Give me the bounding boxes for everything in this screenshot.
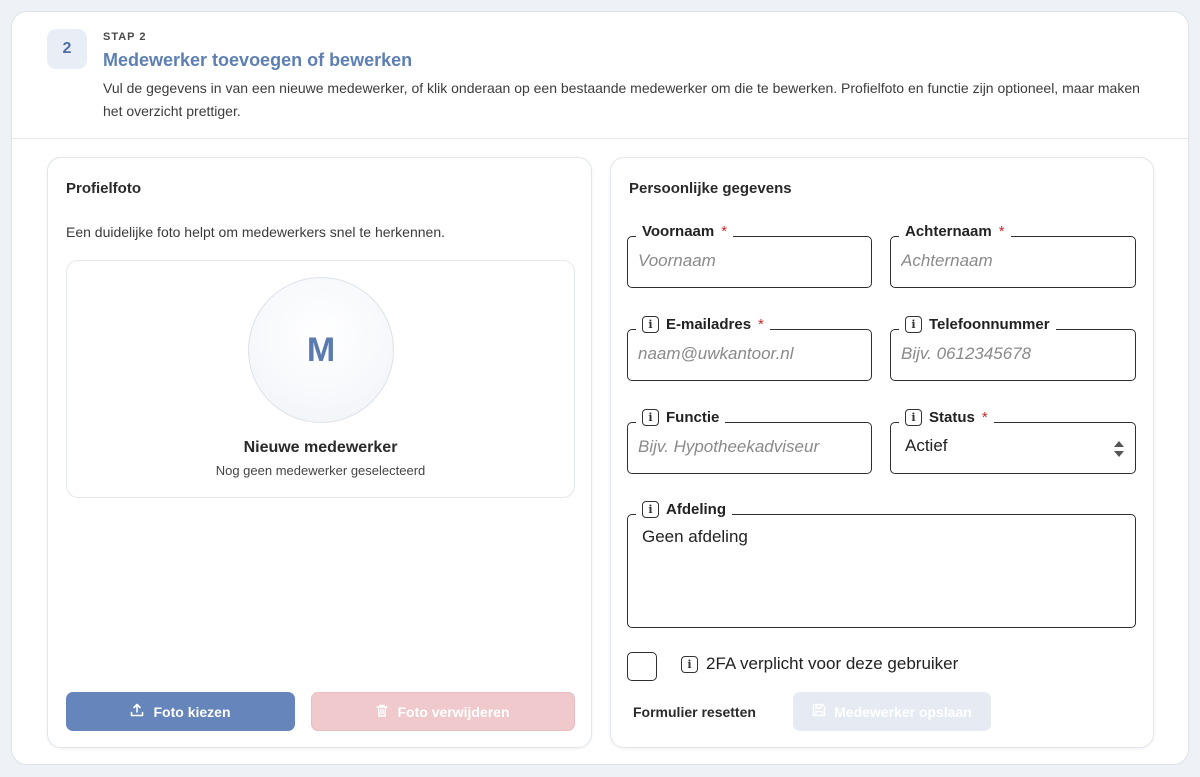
function-input[interactable]	[638, 437, 861, 457]
info-icon[interactable]: i	[681, 655, 698, 673]
employee-form-card: 2 STAP 2 Medewerker toevoegen of bewerke…	[11, 11, 1189, 765]
twofa-label: i 2FA verplicht voor deze gebruiker	[681, 654, 958, 674]
select-arrows-icon	[1113, 439, 1125, 459]
info-icon[interactable]: i	[905, 316, 922, 333]
last-name-label: Achternaam *	[899, 223, 1011, 240]
email-input[interactable]	[638, 344, 861, 364]
function-field: i Functie	[627, 409, 872, 474]
save-employee-button[interactable]: Medewerker opslaan	[793, 692, 991, 731]
avatar: M	[248, 277, 394, 423]
personal-details-panel: Persoonlijke gegevens Voornaam* Achterna…	[610, 157, 1154, 748]
department-label: i Afdeling	[636, 501, 732, 518]
status-label: i Status *	[899, 409, 994, 426]
status-value: Actief	[905, 436, 948, 455]
department-field: i Afdeling Geen afdeling	[627, 501, 1136, 628]
remove-photo-label: Foto verwijderen	[397, 703, 510, 720]
step-description: Vul de gegevens in van een nieuwe medewe…	[103, 80, 1140, 119]
phone-field: i Telefoonnummer	[890, 316, 1136, 381]
employee-preview: M Nieuwe medewerker Nog geen medewerker …	[66, 260, 575, 498]
trash-icon	[376, 704, 389, 720]
step-kicker: STAP 2	[103, 31, 147, 43]
first-name-label: Voornaam *	[636, 223, 734, 240]
status-select[interactable]: i Status * Actief	[890, 409, 1136, 474]
phone-input[interactable]	[901, 344, 1125, 364]
choose-photo-label: Foto kiezen	[153, 703, 231, 720]
choose-photo-button[interactable]: Foto kiezen	[66, 692, 295, 731]
step-header: 2 STAP 2 Medewerker toevoegen of bewerke…	[12, 12, 1188, 139]
email-label: i E-mailadres *	[636, 316, 770, 333]
step-title: Medewerker toevoegen of bewerken	[103, 50, 413, 70]
last-name-field: Achternaam *	[890, 223, 1136, 288]
preview-subtitle: Nog geen medewerker geselecteerd	[215, 463, 426, 478]
info-icon[interactable]: i	[642, 409, 659, 426]
upload-icon	[130, 703, 144, 720]
department-textarea[interactable]: Geen afdeling	[642, 527, 1129, 607]
profile-photo-panel: Profielfoto Een duidelijke foto helpt om…	[47, 157, 592, 748]
step-number-badge: 2	[47, 29, 87, 69]
info-icon[interactable]: i	[905, 409, 922, 426]
function-label: i Functie	[636, 409, 726, 426]
first-name-input[interactable]	[638, 251, 861, 271]
preview-name: Nieuwe medewerker	[243, 439, 398, 456]
info-icon[interactable]: i	[642, 501, 659, 518]
phone-label: i Telefoonnummer	[899, 316, 1056, 333]
last-name-input[interactable]	[901, 251, 1125, 271]
email-field: i E-mailadres *	[627, 316, 872, 381]
save-icon	[812, 703, 826, 720]
info-icon[interactable]: i	[642, 316, 659, 333]
personal-details-title: Persoonlijke gegevens	[629, 180, 792, 197]
save-employee-label: Medewerker opslaan	[834, 703, 972, 720]
remove-photo-button[interactable]: Foto verwijderen	[311, 692, 575, 731]
first-name-field: Voornaam *	[627, 223, 872, 288]
twofa-checkbox[interactable]	[627, 652, 657, 681]
profile-photo-title: Profielfoto	[66, 180, 141, 197]
profile-photo-hint: Een duidelijke foto helpt om medewerkers…	[66, 224, 445, 240]
reset-form-button[interactable]: Formulier resetten	[633, 692, 756, 731]
